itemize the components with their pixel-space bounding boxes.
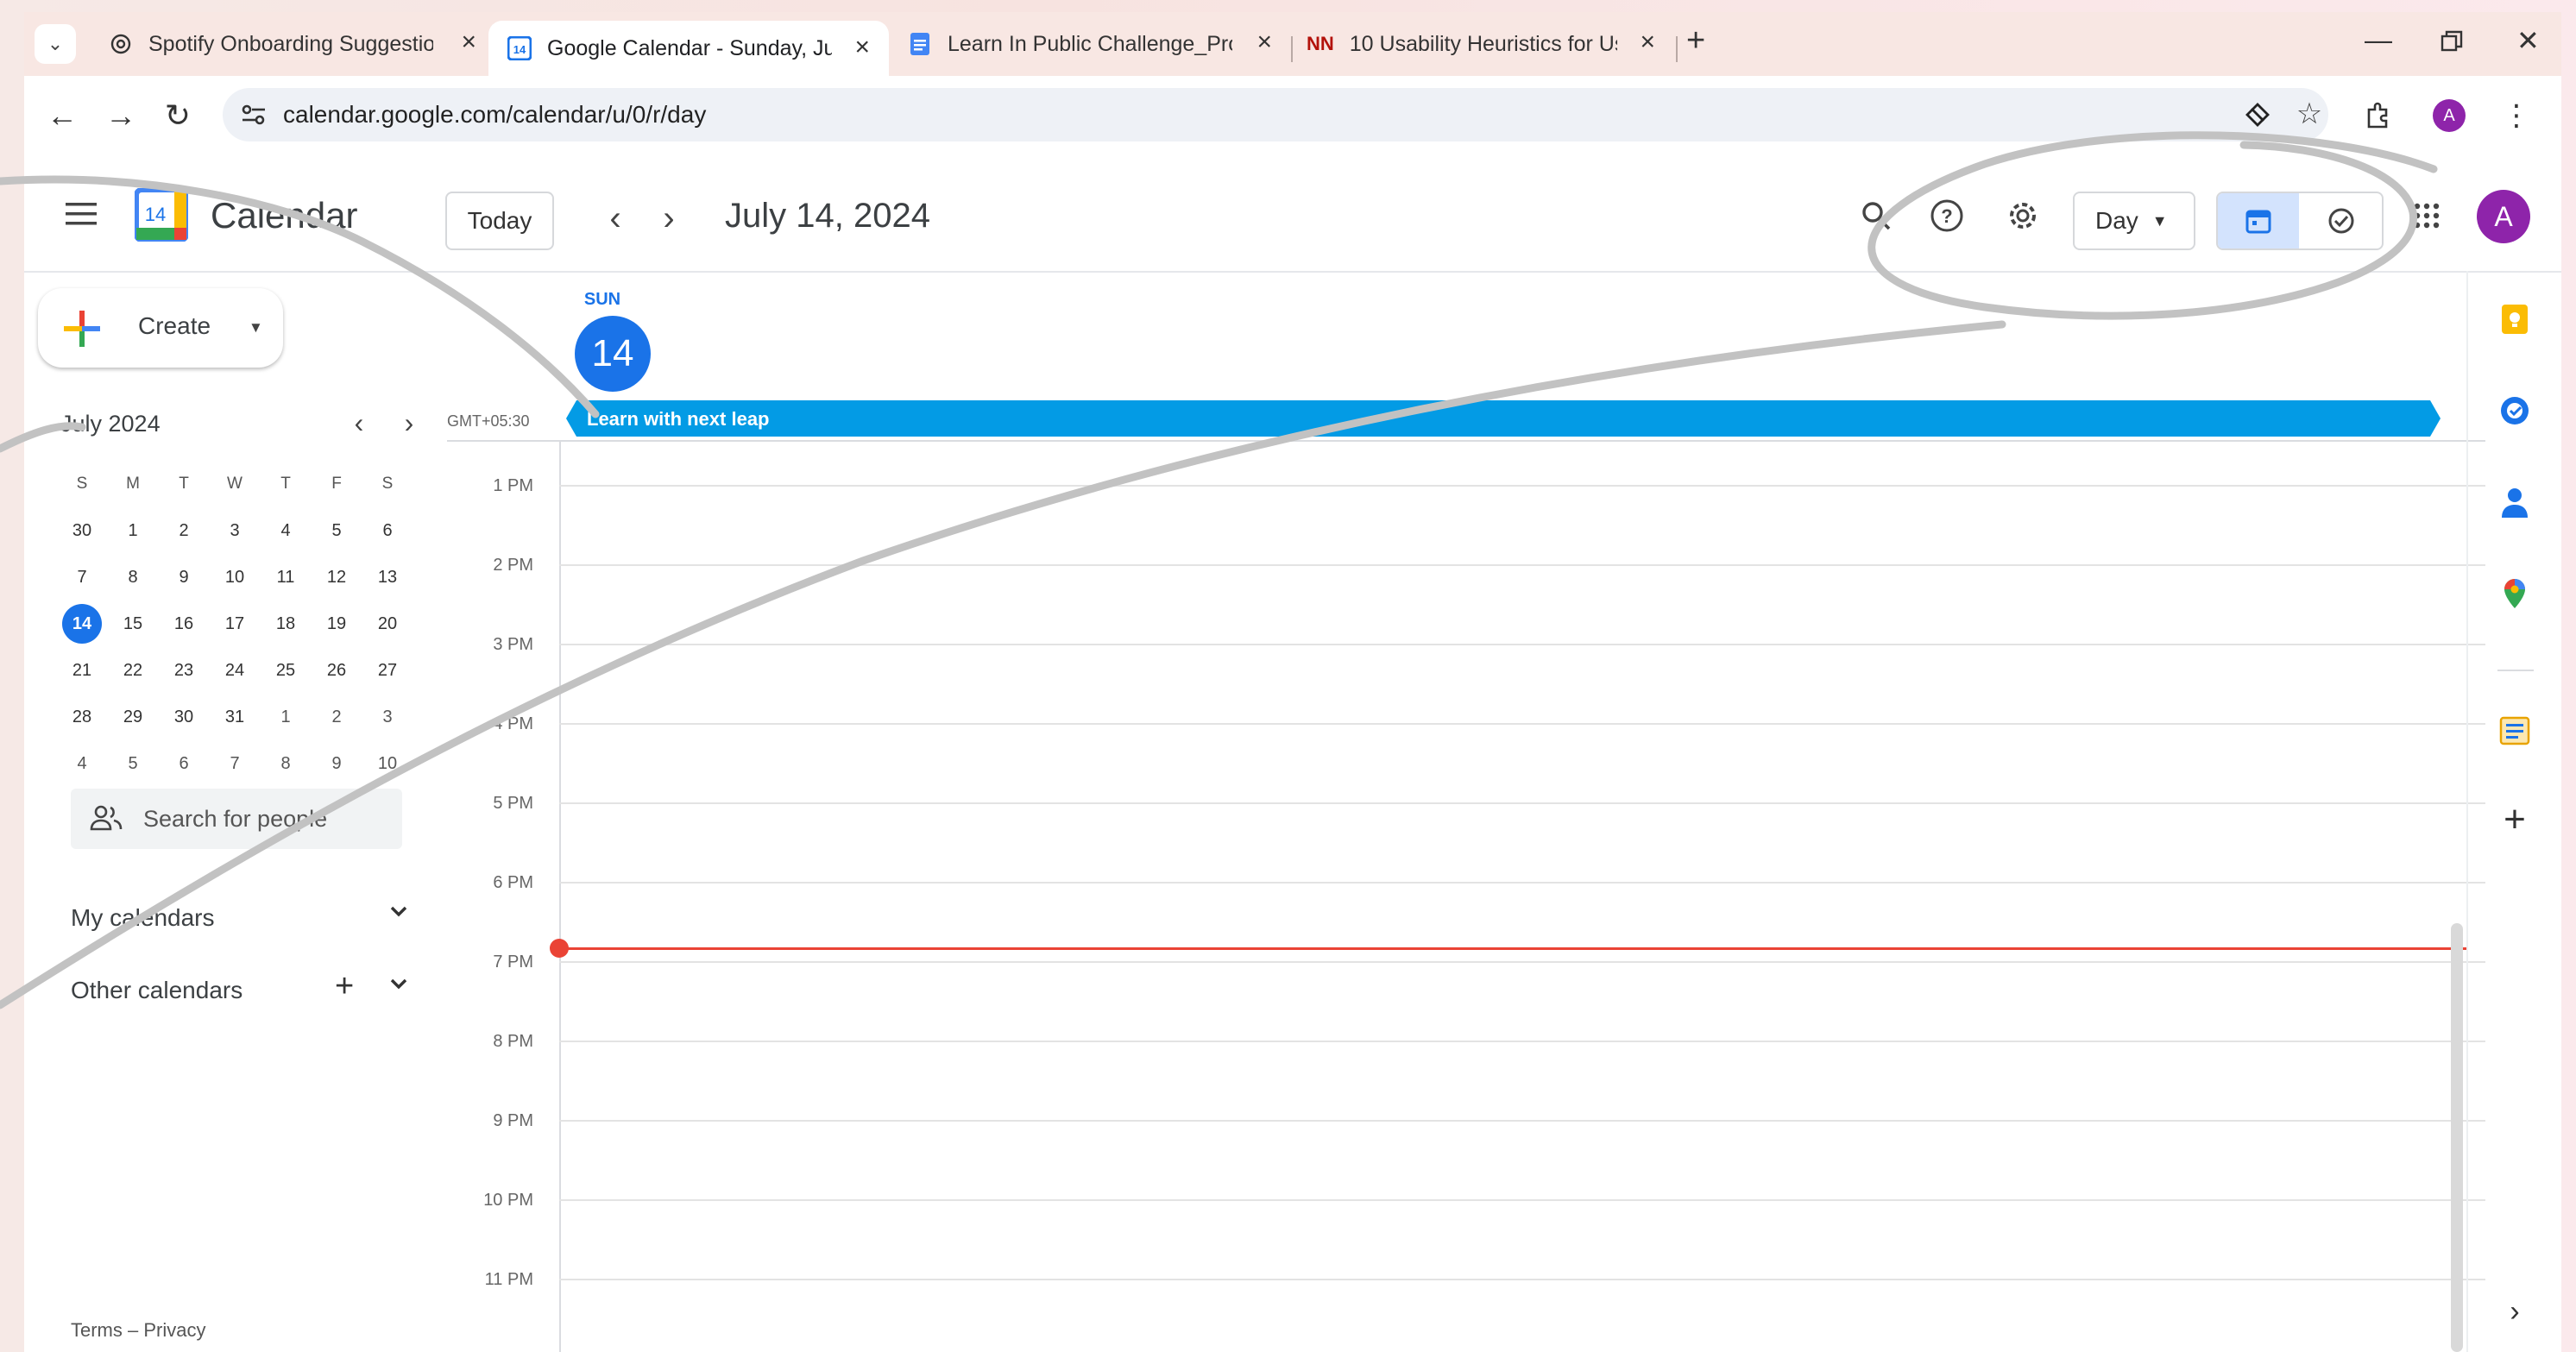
annotation-strokes bbox=[0, 131, 2438, 1009]
